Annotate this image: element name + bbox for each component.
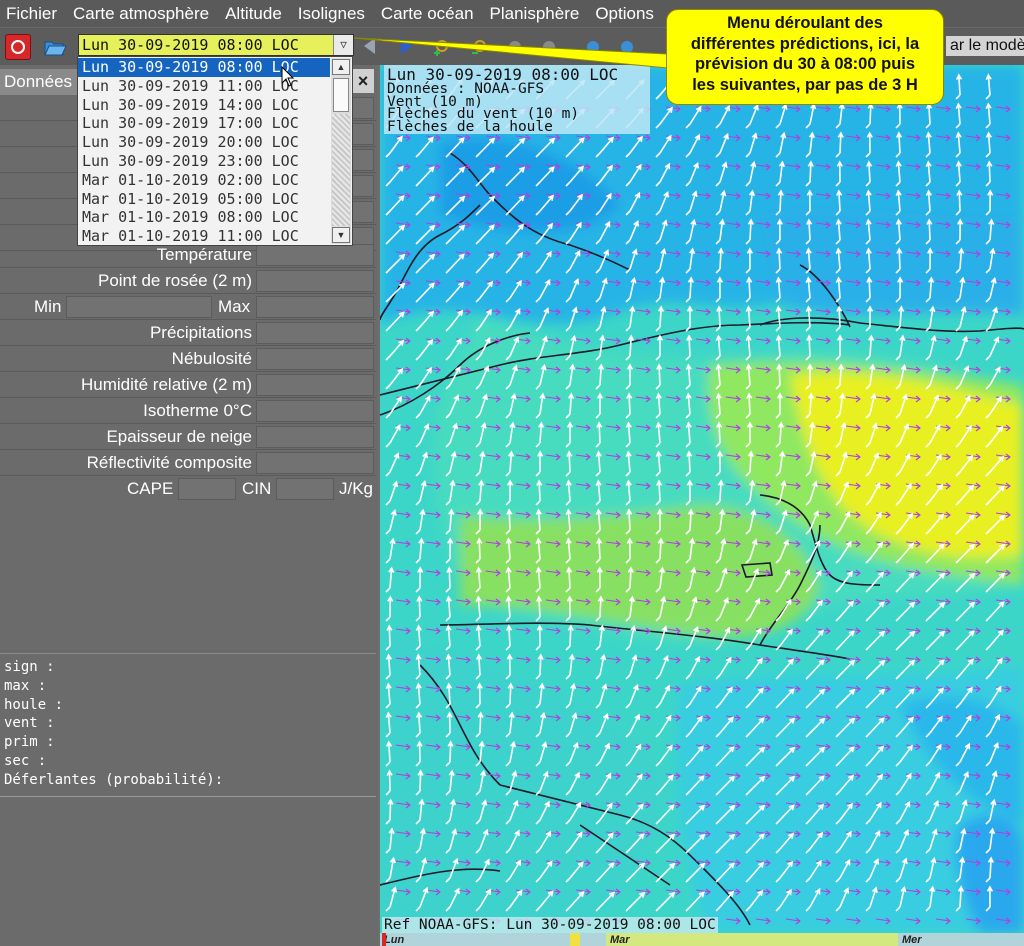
menu-isolignes[interactable]: Isolignes [290,0,373,27]
callout-line: prévision du 30 à 08:00 puis [694,55,916,73]
date-option[interactable]: Lun 30-09-2019 20:00 LOC [78,133,330,152]
menu-planisphere[interactable]: Planisphère [482,0,588,27]
cape-value [178,478,236,500]
menu-fichier[interactable]: Fichier [0,0,65,27]
date-option[interactable]: Lun 30-09-2019 17:00 LOC [78,114,330,133]
scroll-down-icon[interactable]: ▼ [332,227,350,243]
date-select-value: Lun 30-09-2019 08:00 LOC [82,36,299,54]
refresh-icon[interactable] [618,38,636,56]
date-option[interactable]: Mar 01-10-2019 11:00 LOC [78,227,330,246]
precipitation-label: Précipitations [149,323,252,342]
timeline-day[interactable]: Mer [898,933,1024,946]
dew-point-label: Point de rosée (2 m) [97,271,252,290]
timeline-bar[interactable]: Lun Mar Mer [380,933,1024,946]
menu-carte-atmosphere[interactable]: Carte atmosphère [65,0,217,27]
isotherm-label: Isotherme 0°C [143,401,252,420]
mouse-cursor-icon [281,66,295,87]
scrollbar-thumb[interactable] [333,78,349,112]
timeline-marker [570,933,580,946]
zoom-in-icon[interactable] [432,38,450,56]
humidity-row: Humidité relative (2 m) [0,372,376,398]
reflectivity-value [256,452,374,474]
wave-swell-line: houle : [4,696,64,713]
min-value [66,296,212,318]
wave-sec-line: sec : [4,752,47,769]
timeline-day-label: Lun [384,934,405,946]
zoom-out-icon[interactable] [470,38,488,56]
map-info-swell-arrows: Flèches de la houle [387,118,553,135]
callout-line: les suivantes, par pas de 3 H [692,75,918,94]
folder-open-icon[interactable] [42,34,68,60]
isotherm-row: Isotherme 0°C [0,398,376,424]
scrollbar-track[interactable] [332,114,350,226]
date-option[interactable]: Mar 01-10-2019 08:00 LOC [78,208,330,227]
cape-cin-row: CAPE CIN J/Kg [0,476,376,502]
callout-line: Menu déroulant des [727,14,883,32]
tab-donnees[interactable]: Données [0,69,80,95]
max-label: Max [218,297,251,316]
date-dropdown-list[interactable]: Lun 30-09-2019 08:00 LOC Lun 30-09-2019 … [77,56,353,246]
precipitation-row: Précipitations [0,320,376,346]
power-icon[interactable] [5,34,31,60]
min-label: Min [34,297,62,316]
menu-carte-ocean[interactable]: Carte océan [373,0,482,27]
dew-point-row: Point de rosée (2 m) [0,268,376,294]
nebulosity-row: Nébulosité [0,346,376,372]
wave-info-box: sign : max : houle : vent : prim : sec :… [0,653,376,797]
arrow-right-icon[interactable] [396,36,416,56]
date-option[interactable]: Lun 30-09-2019 14:00 LOC [78,96,330,115]
humidity-label: Humidité relative (2 m) [81,375,252,394]
reference-date: Ref NOAA-GFS: Lun 30-09-2019 08:00 LOC [382,917,718,933]
callout-line: différentes prédictions, ici, la [690,34,920,53]
wave-sign-line: sign : [4,659,55,675]
min-max-row: Min Max [0,294,376,320]
snow-label: Epaisseur de neige [106,427,252,446]
cape-label: CAPE [127,479,174,498]
timeline-day[interactable]: Lun [380,933,570,946]
date-option[interactable]: Lun 30-09-2019 23:00 LOC [78,152,330,171]
timeline-day[interactable]: Mar [606,933,898,946]
cin-label: CIN [242,479,272,498]
energy-unit-label: J/Kg [339,479,374,498]
snow-value [256,426,374,448]
menu-altitude[interactable]: Altitude [217,0,290,27]
annotation-callout: Menu déroulant des différentes prédictio… [666,9,944,105]
isotherm-value [256,400,374,422]
date-option[interactable]: Mar 01-10-2019 02:00 LOC [78,171,330,190]
weather-map[interactable]: Lun 30-09-2019 08:00 LOC Données : NOAA-… [380,65,1024,933]
snow-row: Epaisseur de neige [0,424,376,450]
nebulosity-value [256,348,374,370]
wave-max-line: max : [4,677,47,694]
precipitation-value [256,322,374,344]
model-selector-label[interactable]: ar le modèl [946,36,1024,56]
humidity-value [256,374,374,396]
zoom-fit-icon[interactable] [506,38,524,56]
close-icon[interactable]: × [352,69,374,93]
cin-value [276,478,334,500]
temperature-label: Température [156,245,252,264]
reflectivity-label: Réflectivité composite [86,453,252,472]
arrow-left-icon[interactable] [360,36,380,56]
timeline-day-label: Mar [610,934,630,946]
temperature-value [256,244,374,266]
timeline-cursor[interactable] [382,933,386,946]
reflectivity-row: Réflectivité composite [0,450,376,476]
menu-options[interactable]: Options [587,0,662,27]
wave-wind-line: vent : [4,715,55,732]
date-option[interactable]: Mar 01-10-2019 05:00 LOC [78,190,330,209]
date-select[interactable]: Lun 30-09-2019 08:00 LOC ▽ [78,34,354,56]
nebulosity-label: Nébulosité [171,349,252,368]
chevron-down-icon[interactable]: ▽ [333,35,353,55]
map-canvas [380,65,1024,933]
map-info-box: Lun 30-09-2019 08:00 LOC Données : NOAA-… [384,65,650,134]
dropdown-scrollbar[interactable]: ▲ ▼ [331,58,351,244]
zoom-reset-icon[interactable] [540,38,558,56]
dew-point-value [256,270,374,292]
scroll-up-icon[interactable]: ▲ [332,59,350,75]
wave-breaking-line: Déferlantes (probabilité): [4,771,224,788]
max-value [256,296,374,318]
wave-prim-line: prim : [4,734,55,751]
globe-icon[interactable] [584,38,602,56]
timeline-day-label: Mer [902,934,922,946]
